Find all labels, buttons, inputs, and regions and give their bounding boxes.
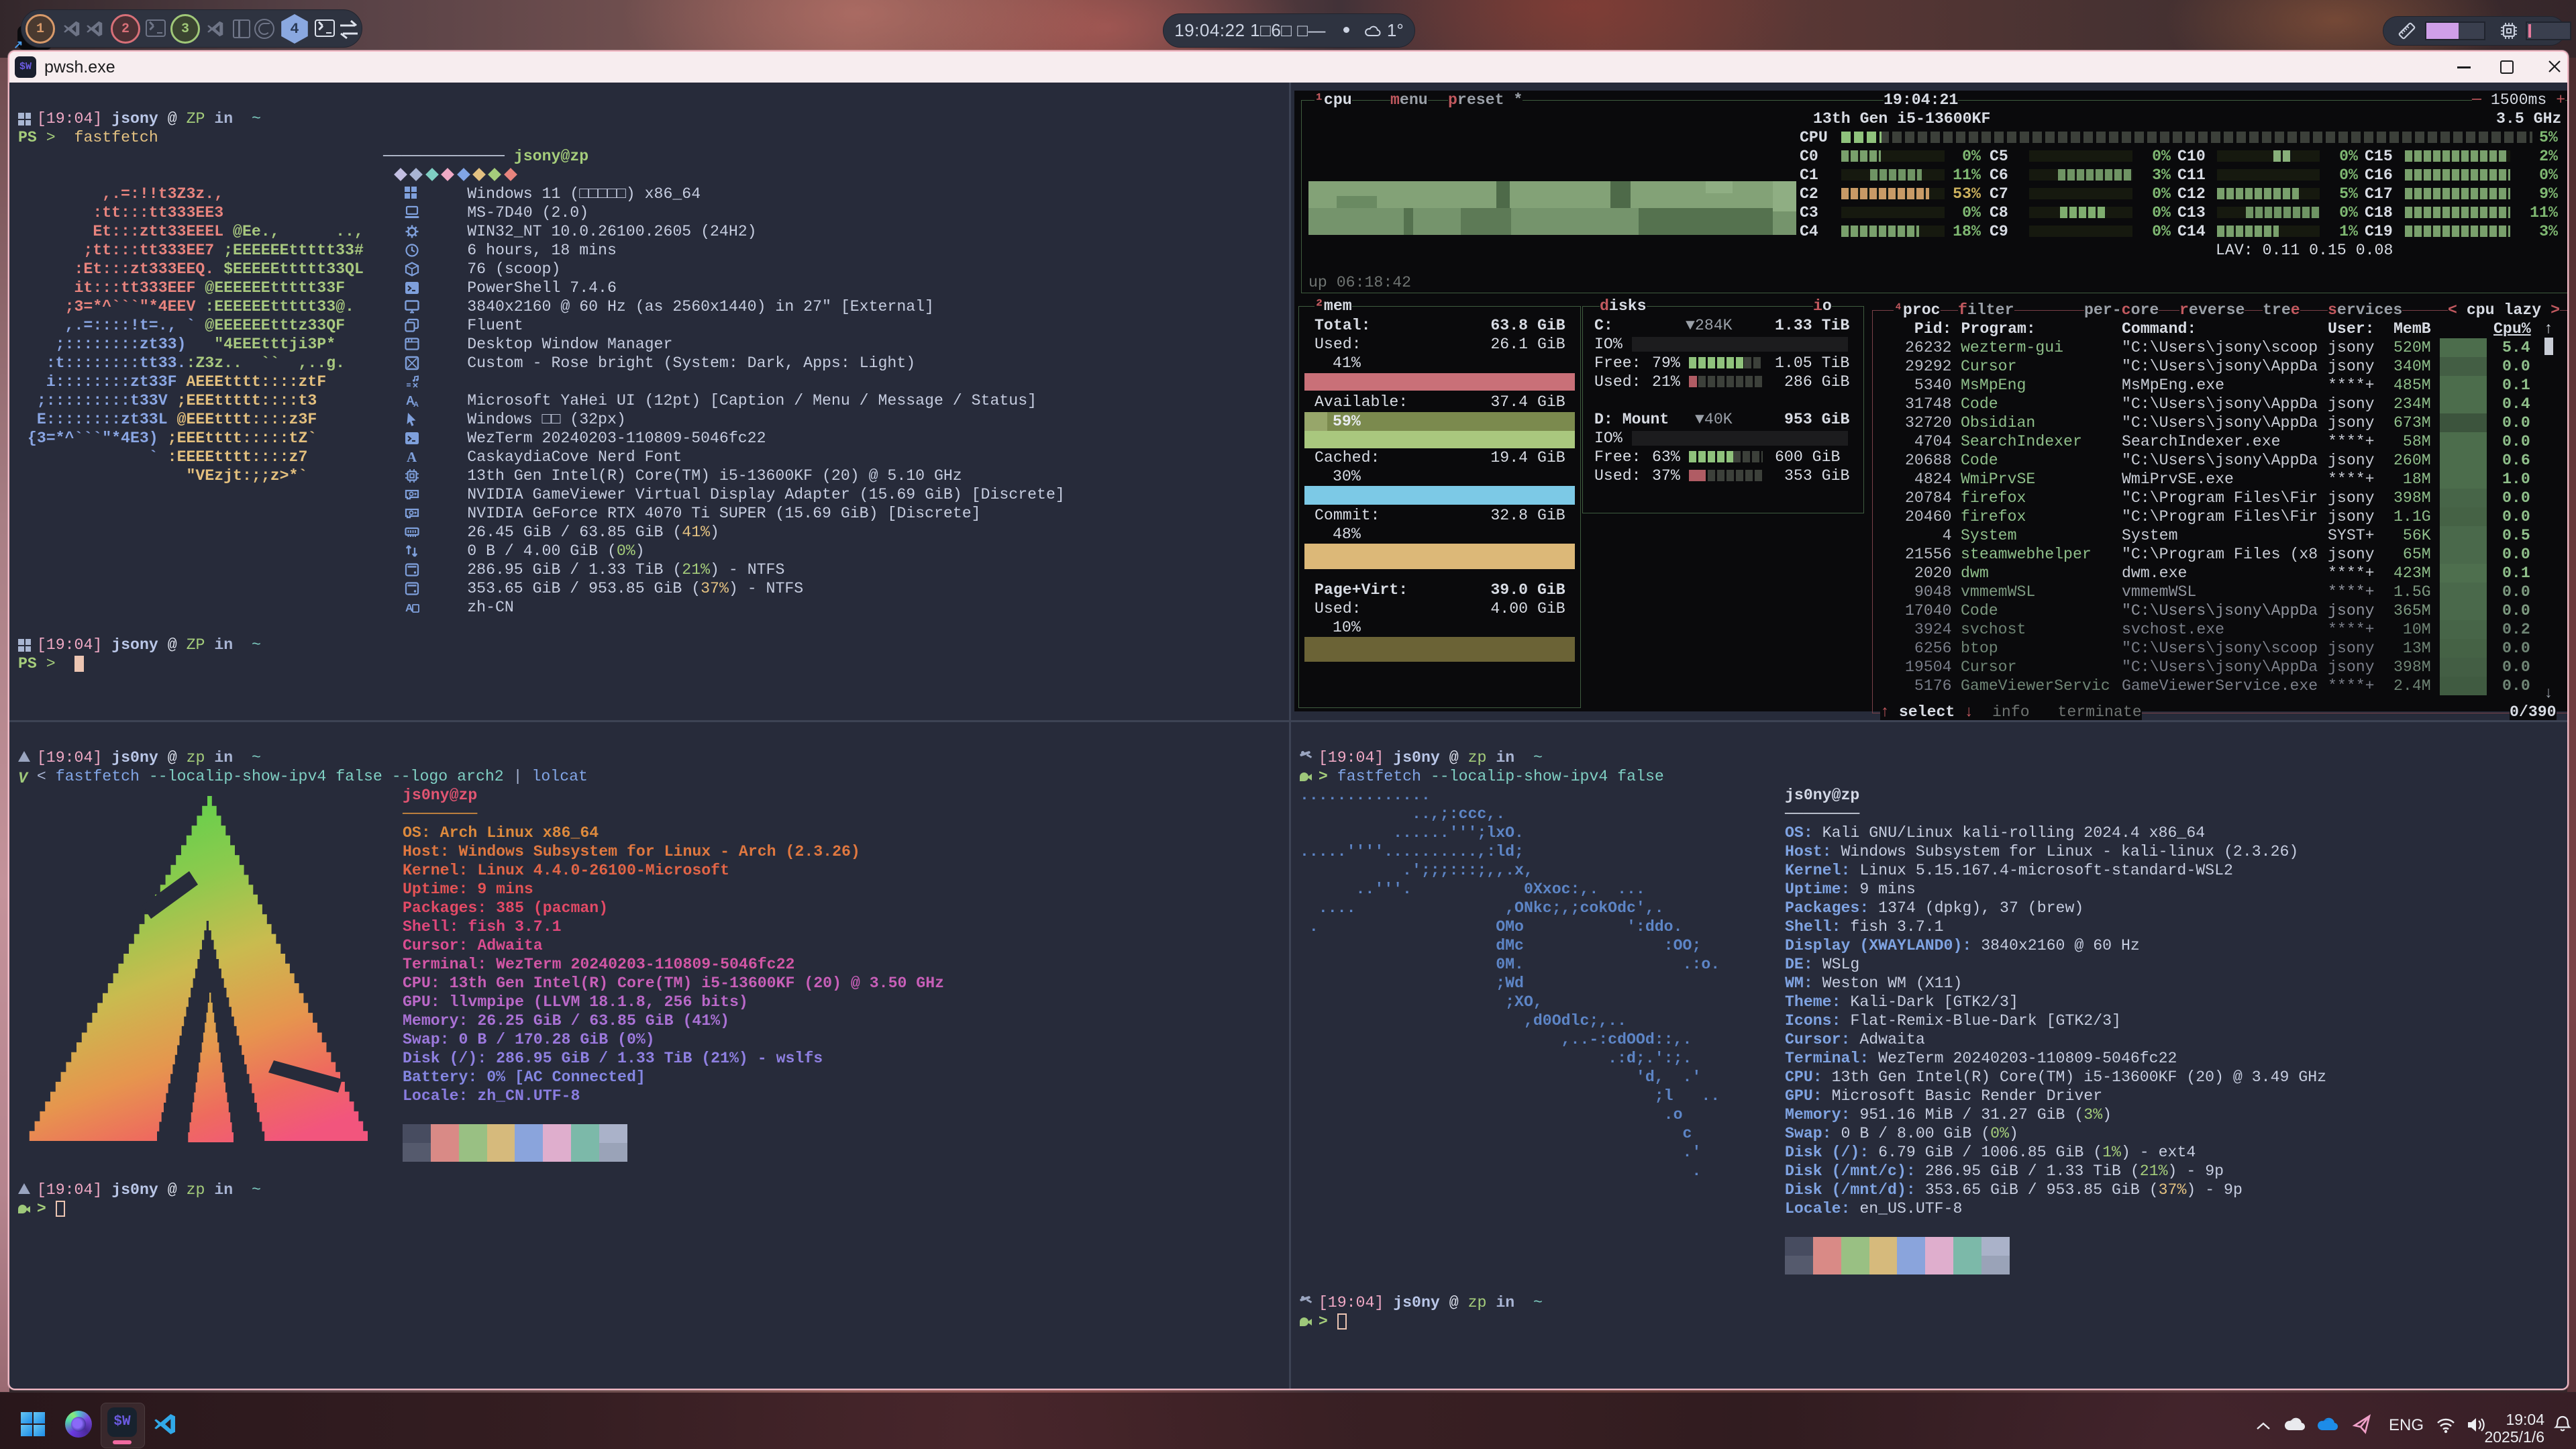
svg-text:A: A bbox=[407, 450, 417, 464]
svg-text:A: A bbox=[413, 401, 419, 408]
